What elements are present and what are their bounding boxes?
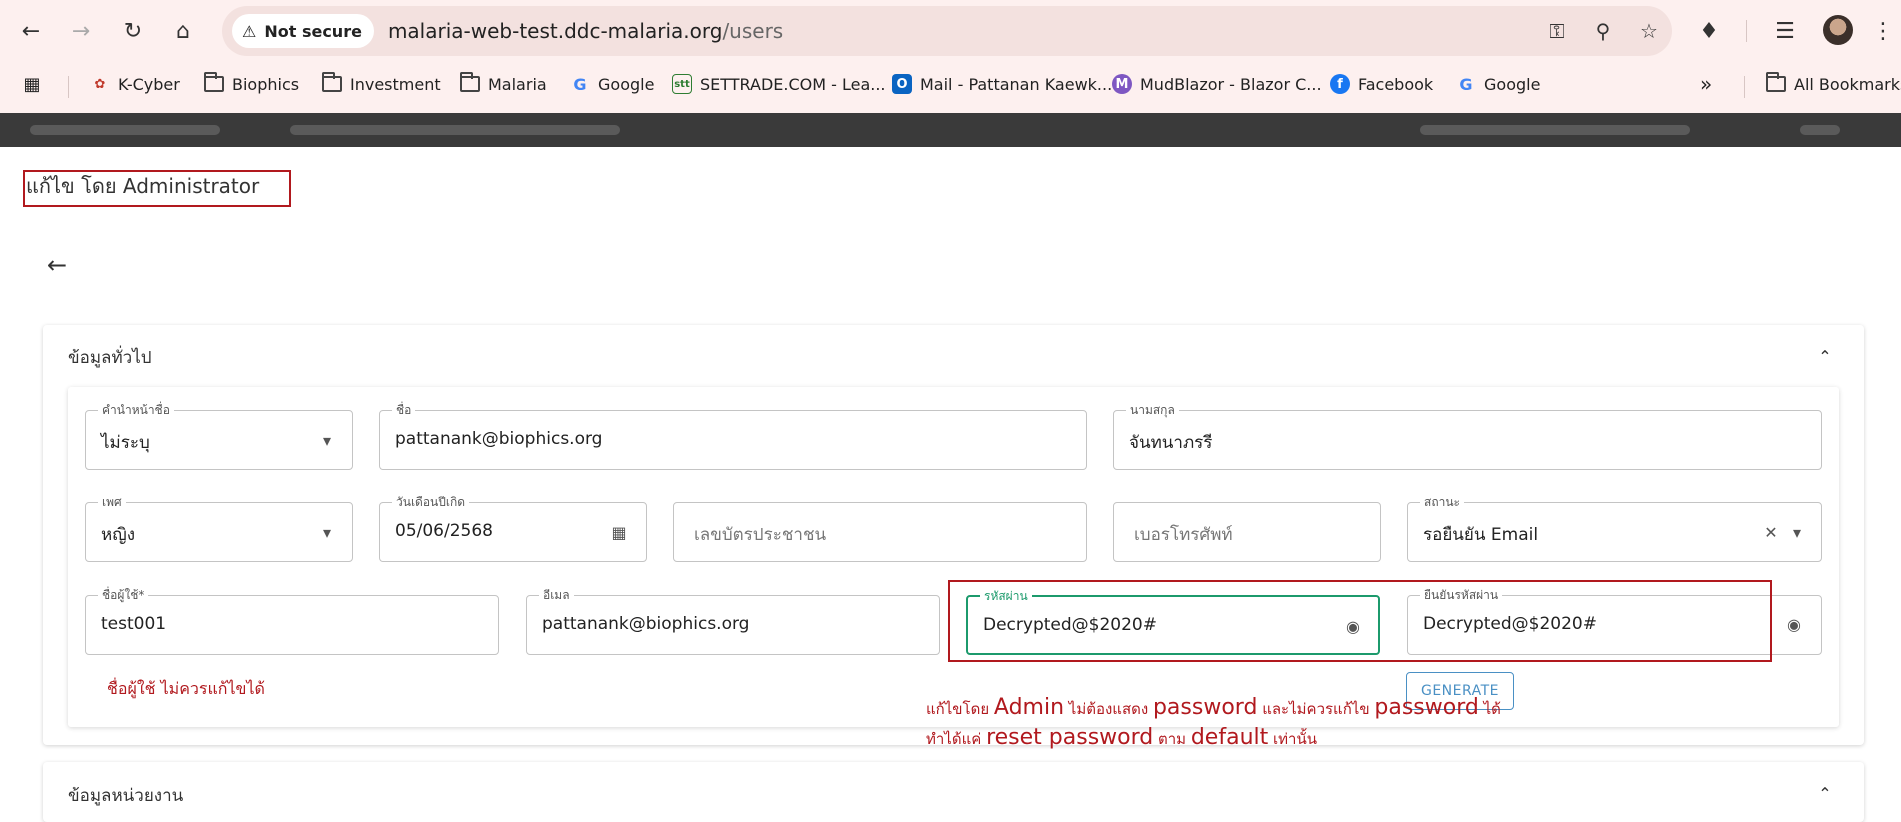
address-bar[interactable]: ⚠ Not secure malaria-web-test.ddc-malari… [222, 6, 1672, 56]
bookmark-k-cyber[interactable]: ✿ K-Cyber [90, 70, 180, 98]
status-select[interactable]: สถานะ รอยืนยัน Email ✕ ▾ [1407, 494, 1822, 562]
mudblazor-icon: M [1112, 74, 1132, 94]
bookmark-google[interactable]: G Google [570, 70, 654, 98]
annotation-box-password [948, 580, 1772, 662]
bookmark-settrade[interactable]: stt SETTRADE.COM - Lea... [672, 70, 886, 98]
unit-info-card [43, 762, 1864, 822]
chevron-up-icon[interactable]: ⌃ [1813, 344, 1837, 368]
gender-select[interactable]: เพศ หญิง ▾ [85, 494, 353, 562]
folder-icon [460, 72, 480, 92]
annotation-box-title [23, 170, 291, 207]
folder-icon [204, 72, 224, 92]
unit-section-title: ข้อมูลหน่วยงาน [68, 786, 184, 806]
forward-arrow-icon[interactable]: → [64, 14, 98, 48]
bookmark-facebook[interactable]: f Facebook [1330, 70, 1433, 98]
zoom-icon[interactable]: ⚲ [1590, 18, 1616, 44]
folder-icon [322, 72, 342, 92]
bookmarks-bar: ▦ ✿ K-Cyber Biophics Investment Malaria … [0, 64, 1901, 104]
dropdown-arrow-icon: ▾ [322, 522, 332, 542]
menu-icon[interactable]: ⋮ [1866, 14, 1900, 48]
reload-icon[interactable]: ↻ [116, 14, 150, 48]
warning-icon: ⚠ [242, 21, 257, 41]
bookmark-separator [68, 76, 69, 98]
prefix-select[interactable]: คำนำหน้าชื่อ ไม่ระบุ ▾ [85, 402, 353, 470]
apps-grid-icon[interactable]: ▦ [22, 70, 42, 98]
outlook-icon: O [892, 74, 912, 94]
security-chip[interactable]: ⚠ Not secure [232, 14, 374, 48]
google-icon: G [573, 74, 587, 94]
browser-chrome: ← → ↻ ⌂ ⚠ Not secure malaria-web-test.dd… [0, 0, 1901, 113]
security-label: Not secure [264, 21, 362, 41]
folder-icon [1766, 72, 1786, 92]
password-note-line-1: แก้ไขโดย Admin ไม่ต้องแสดง password และไ… [926, 695, 1501, 720]
toolbar-separator [1746, 20, 1747, 42]
bookmark-mail[interactable]: O Mail - Pattanan Kaewk... [892, 70, 1112, 98]
bookmark-biophics[interactable]: Biophics [204, 70, 299, 98]
profile-avatar[interactable] [1823, 15, 1853, 45]
home-icon[interactable]: ⌂ [166, 14, 200, 48]
google-icon: G [1459, 74, 1473, 94]
bookmark-investment[interactable]: Investment [322, 70, 441, 98]
dropdown-arrow-icon: ▾ [322, 430, 332, 450]
facebook-icon: f [1330, 74, 1350, 94]
dropdown-arrow-icon: ▾ [1792, 522, 1802, 542]
k-cyber-icon: ✿ [94, 76, 106, 92]
back-arrow-icon[interactable]: ← [42, 250, 72, 280]
bookmark-malaria[interactable]: Malaria [460, 70, 547, 98]
key-icon[interactable]: ⚿ [1544, 18, 1570, 44]
username-field[interactable]: ชื่อผู้ใช้* test001 [85, 587, 499, 655]
password-note-line-2: ทำได้แค่ reset password ตาม default เท่า… [926, 725, 1317, 750]
eye-icon[interactable]: ◉ [1780, 610, 1808, 638]
first-name-field[interactable]: ชื่อ pattanank@biophics.org [379, 402, 1087, 470]
last-name-field[interactable]: นามสกุล จันทนาภรรี [1113, 402, 1822, 470]
email-field[interactable]: อีเมล pattanank@biophics.org [526, 587, 940, 655]
chevron-up-icon[interactable]: ⌃ [1813, 781, 1837, 805]
back-arrow-icon[interactable]: ← [14, 14, 48, 48]
bookmark-separator [1744, 76, 1745, 98]
star-icon[interactable]: ☆ [1636, 18, 1662, 44]
bookmark-mudblazor[interactable]: M MudBlazor - Blazor C... [1112, 70, 1322, 98]
media-control-icon[interactable]: ☰ [1768, 14, 1802, 48]
extensions-icon[interactable]: ♦ [1692, 14, 1726, 48]
phone-field[interactable]: เบอรโทรศัพท์ [1113, 502, 1381, 562]
clear-icon[interactable]: ✕ [1758, 519, 1784, 545]
birth-date-field[interactable]: วันเดือนปีเกิด 05/06/2568 ▦ [379, 494, 647, 562]
national-id-field[interactable]: เลขบัตรประชาชน [673, 502, 1087, 562]
more-bookmarks-icon[interactable]: » [1700, 70, 1712, 98]
username-note: ชื่อผู้ใช้ ไม่ควรแก้ไขได้ [107, 679, 265, 698]
url-path: /users [722, 19, 784, 43]
general-section-title: ข้อมูลทั่วไป [68, 348, 152, 368]
url-host: malaria-web-test.ddc-malaria.org [387, 19, 723, 43]
all-bookmarks[interactable]: All Bookmarks [1766, 70, 1901, 98]
bookmark-google-2[interactable]: G Google [1456, 70, 1540, 98]
settrade-icon: stt [672, 74, 692, 94]
app-header-overlay [0, 113, 1901, 147]
calendar-icon[interactable]: ▦ [606, 519, 632, 545]
